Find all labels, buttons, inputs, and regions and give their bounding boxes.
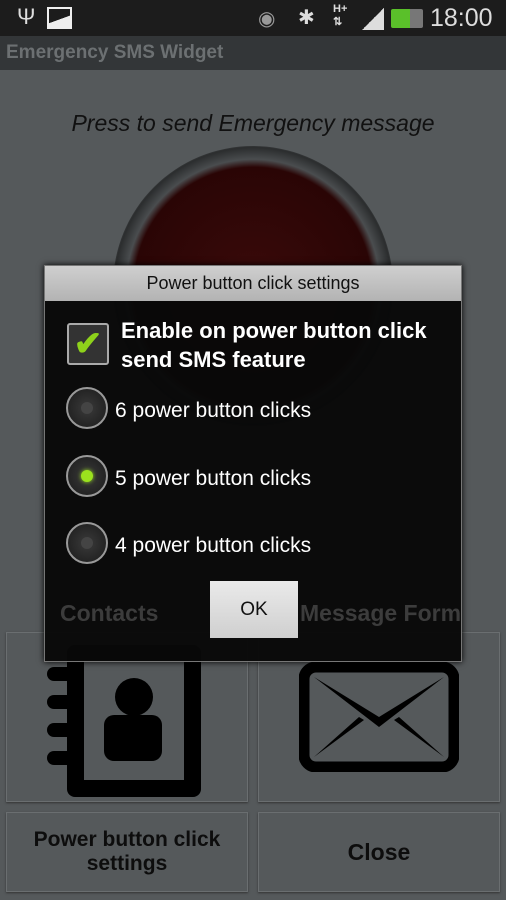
battery-charging-icon xyxy=(391,9,423,28)
checkmark-icon: ✔ xyxy=(73,325,103,363)
contacts-label: Contacts xyxy=(60,600,159,626)
eye-icon: ◉ xyxy=(258,8,276,30)
close-button[interactable]: Close xyxy=(258,812,500,892)
app-title: Emergency SMS Widget xyxy=(0,36,506,70)
image-icon xyxy=(47,7,72,29)
message-form-label: Message Form xyxy=(300,600,462,626)
signal-icon xyxy=(362,8,384,30)
hplus-data-icon: H+ ⇅ xyxy=(333,3,348,28)
enable-checkbox[interactable]: ✔ xyxy=(67,323,109,365)
usb-icon: Ψ xyxy=(17,4,36,29)
radio-6-label[interactable]: 6 power button clicks xyxy=(115,399,311,423)
status-bar: Ψ ◉ ✱ H+ ⇅ 18:00 xyxy=(0,0,506,36)
envelope-icon xyxy=(299,662,459,772)
radio-4-clicks[interactable] xyxy=(66,522,108,564)
bluetooth-icon: ✱ xyxy=(298,7,315,29)
radio-4-label[interactable]: 4 power button clicks xyxy=(115,534,311,558)
radio-5-label[interactable]: 5 power button clicks xyxy=(115,467,311,491)
enable-checkbox-label[interactable]: Enable on power button click send SMS fe… xyxy=(121,316,456,374)
clock: 18:00 xyxy=(430,4,493,32)
prompt-text: Press to send Emergency message xyxy=(71,110,435,136)
radio-5-clicks[interactable] xyxy=(66,455,108,497)
ok-button[interactable]: OK xyxy=(210,581,298,638)
dialog-title: Power button click settings xyxy=(45,266,461,301)
power-settings-button[interactable]: Power button click settings xyxy=(6,812,248,892)
radio-6-clicks[interactable] xyxy=(66,387,108,429)
